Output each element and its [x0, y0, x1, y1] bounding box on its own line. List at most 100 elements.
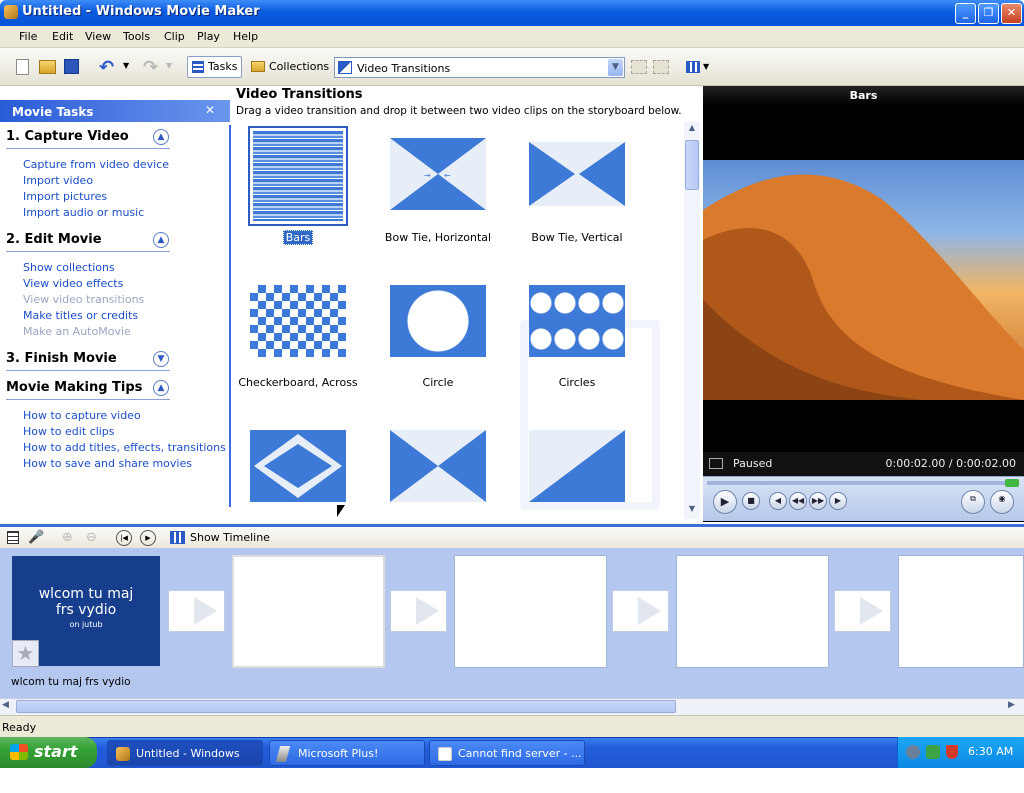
redo-icon[interactable]: ↷ — [143, 57, 158, 78]
transition-bowtie-vertical[interactable] — [527, 128, 627, 228]
stop-icon[interactable]: ■ — [742, 492, 760, 510]
link-view-video-effects[interactable]: View video effects — [23, 277, 123, 290]
storyboard-scrollbar[interactable]: ◀ ▶ — [0, 698, 1024, 715]
menu-edit[interactable]: Edit — [52, 30, 73, 43]
collections-button[interactable]: Collections — [246, 56, 334, 78]
scroll-left-icon[interactable]: ◀ — [2, 700, 9, 710]
transition-bowtie-horizontal[interactable]: → ← — [388, 128, 488, 228]
undo-icon[interactable]: ↶ — [99, 57, 114, 78]
pane-splitter[interactable] — [229, 125, 231, 507]
taskbar-item-moviemaker[interactable]: Untitled - Windows M... — [107, 740, 263, 786]
transition-diamond[interactable] — [250, 430, 346, 502]
scroll-down-icon[interactable]: ▼ — [685, 504, 699, 518]
transition-circle[interactable] — [390, 285, 486, 357]
star-effect-icon[interactable]: ★ — [12, 640, 39, 667]
mouse-cursor-icon — [337, 505, 345, 517]
seek-bar[interactable] — [707, 481, 1019, 485]
scroll-right-icon[interactable]: ▶ — [1008, 700, 1015, 710]
link-show-collections[interactable]: Show collections — [23, 261, 115, 274]
taskbar-item-label: Microsoft Plus! — [298, 747, 379, 760]
storyboard-icon[interactable] — [7, 531, 19, 544]
start-button[interactable]: start — [0, 737, 97, 768]
transition-diagonal[interactable] — [529, 430, 625, 502]
menu-play[interactable]: Play — [197, 30, 220, 43]
transition-slot[interactable] — [834, 590, 891, 632]
video-slot[interactable] — [454, 555, 607, 668]
menu-file[interactable]: File — [19, 30, 37, 43]
narrate-icon[interactable]: 🎤 — [28, 530, 44, 545]
collapse-up-icon[interactable]: ▲ — [153, 380, 169, 396]
transition-slot[interactable] — [390, 590, 447, 632]
video-slot[interactable] — [232, 555, 385, 668]
link-how-titles[interactable]: How to add titles, effects, transitions — [23, 441, 226, 454]
section-divider — [6, 370, 170, 371]
collection-dropdown[interactable]: Video Transitions ▼ — [334, 57, 625, 78]
video-slot[interactable] — [898, 555, 1024, 668]
undo-dropdown-icon[interactable]: ▼ — [123, 61, 129, 70]
scroll-thumb[interactable] — [685, 140, 699, 190]
taskbar-item-browser[interactable]: Cannot find server - ... — [429, 740, 585, 766]
section-finish-movie-title[interactable]: 3. Finish Movie — [6, 351, 117, 366]
link-make-titles[interactable]: Make titles or credits — [23, 309, 138, 322]
transition-cross[interactable] — [390, 430, 486, 502]
rewind-storyboard-icon[interactable]: |◀ — [116, 530, 132, 546]
up-folder-icon[interactable] — [631, 60, 647, 74]
camera-snapshot-icon[interactable]: ◉ — [990, 490, 1014, 514]
transition-slot[interactable] — [168, 590, 225, 632]
new-folder-icon[interactable] — [653, 60, 669, 74]
chevron-down-icon[interactable]: ▼ — [608, 59, 623, 76]
link-import-pictures[interactable]: Import pictures — [23, 190, 107, 203]
play-icon[interactable]: ▶ — [713, 490, 737, 514]
seek-thumb-icon[interactable] — [1005, 479, 1019, 487]
transition-checkerboard[interactable] — [250, 285, 346, 357]
diagonal-icon — [529, 430, 625, 502]
link-import-audio[interactable]: Import audio or music — [23, 206, 144, 219]
menu-view[interactable]: View — [85, 30, 111, 43]
views-icon[interactable] — [686, 61, 700, 73]
close-task-pane-icon[interactable]: ✕ — [205, 103, 215, 117]
link-how-edit[interactable]: How to edit clips — [23, 425, 115, 438]
previous-frame-icon[interactable]: ◀ — [769, 492, 787, 510]
new-project-icon[interactable] — [16, 59, 29, 75]
minimize-button[interactable]: _ — [955, 3, 976, 24]
transition-slot[interactable] — [612, 590, 669, 632]
play-storyboard-icon[interactable]: ▶ — [140, 530, 156, 546]
video-slot[interactable] — [676, 555, 829, 668]
rewind-icon[interactable]: ◀◀ — [789, 492, 807, 510]
close-button[interactable]: ✕ — [1001, 3, 1022, 24]
link-capture-from-device[interactable]: Capture from video device — [23, 158, 169, 171]
maximize-button[interactable]: ❐ — [978, 3, 999, 24]
taskbar-item-plus[interactable]: Microsoft Plus! — [269, 740, 425, 766]
fast-forward-icon[interactable]: ▶▶ — [809, 492, 827, 510]
scroll-up-icon[interactable]: ▲ — [685, 123, 699, 137]
views-dropdown-icon[interactable]: ▼ — [703, 62, 709, 71]
section-tips-title[interactable]: Movie Making Tips — [6, 380, 142, 395]
save-project-icon[interactable] — [64, 59, 79, 74]
detach-icon[interactable] — [709, 458, 723, 469]
scroll-thumb[interactable] — [16, 700, 676, 713]
transition-circles[interactable] — [529, 285, 625, 357]
link-how-capture[interactable]: How to capture video — [23, 409, 141, 422]
cross-icon — [390, 430, 486, 502]
open-project-icon[interactable] — [39, 60, 56, 74]
collapse-up-icon[interactable]: ▲ — [153, 232, 169, 248]
section-capture-video-title[interactable]: 1. Capture Video — [6, 129, 129, 144]
link-how-save[interactable]: How to save and share movies — [23, 457, 192, 470]
expand-down-icon[interactable]: ▼ — [153, 351, 169, 367]
tray-shield-icon[interactable] — [946, 745, 958, 759]
link-import-video[interactable]: Import video — [23, 174, 93, 187]
menu-clip[interactable]: Clip — [164, 30, 185, 43]
collapse-up-icon[interactable]: ▲ — [153, 129, 169, 145]
split-clip-icon[interactable]: ⧉ — [961, 490, 985, 514]
menu-help[interactable]: Help — [233, 30, 258, 43]
menu-tools[interactable]: Tools — [123, 30, 150, 43]
section-edit-movie-title[interactable]: 2. Edit Movie — [6, 232, 102, 247]
content-scrollbar[interactable]: ▲ ▼ — [684, 122, 700, 519]
status-text: Ready — [2, 721, 37, 734]
tray-network-icon[interactable] — [906, 745, 920, 759]
transition-bars[interactable] — [248, 126, 348, 226]
tray-security-icon[interactable] — [926, 745, 940, 759]
next-frame-icon[interactable]: ▶ — [829, 492, 847, 510]
redo-dropdown-icon[interactable]: ▼ — [166, 61, 172, 70]
tasks-button[interactable]: Tasks — [187, 56, 243, 78]
